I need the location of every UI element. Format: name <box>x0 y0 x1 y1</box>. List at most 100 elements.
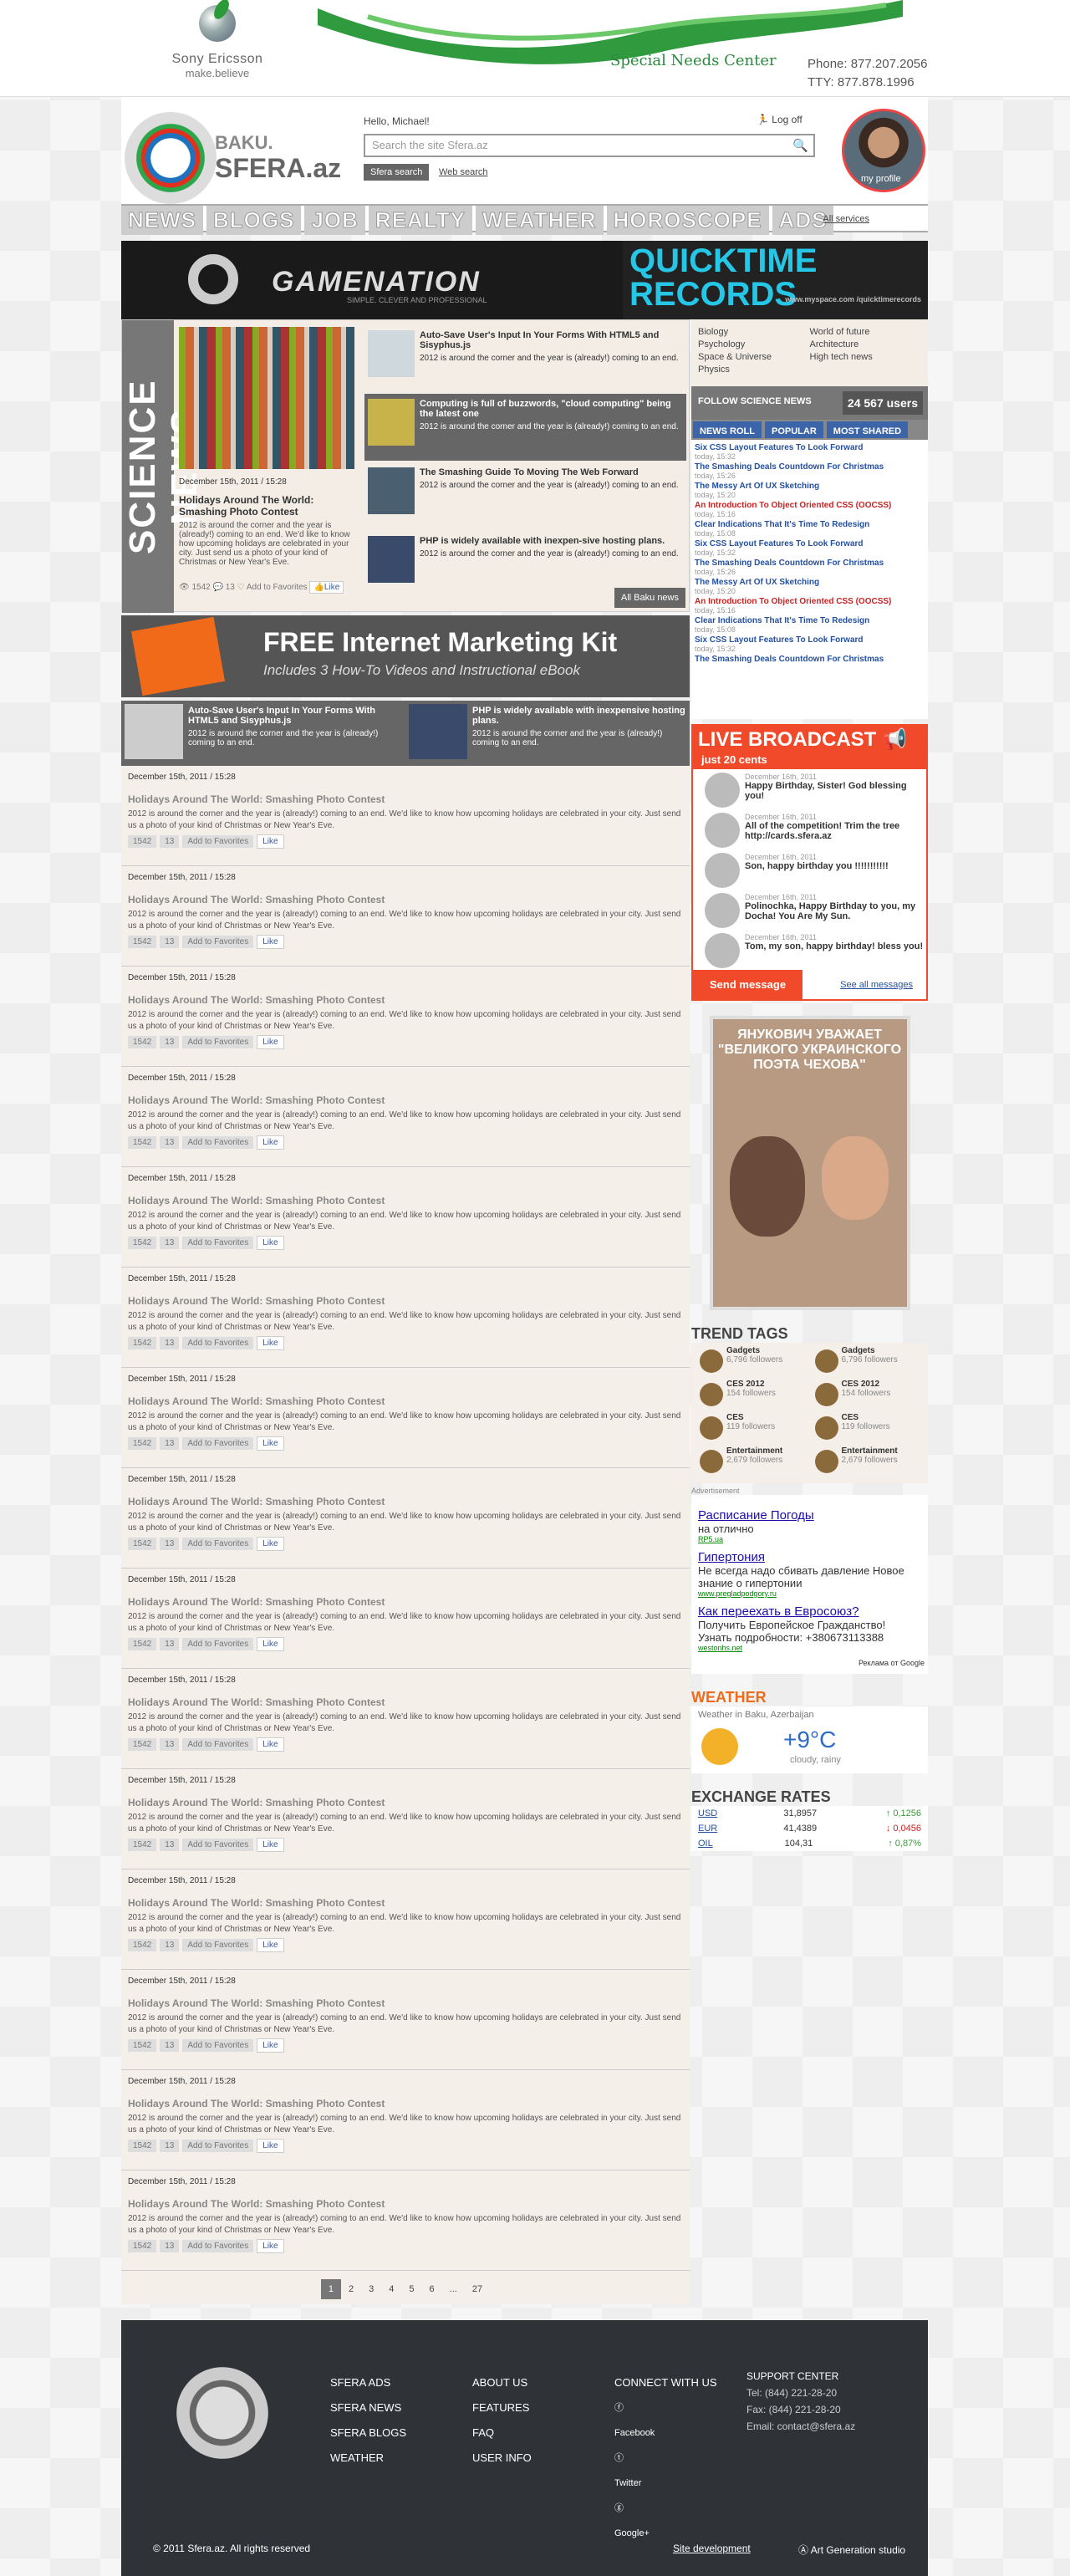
like-button[interactable]: Like <box>257 1436 284 1451</box>
broadcast-message[interactable]: December 16th, 2011 Happy Birthday, Siste… <box>693 769 926 809</box>
news-roll-title[interactable]: An Introduction To Object Oriented CSS (… <box>695 597 891 606</box>
ad-url[interactable]: www.pregladpodgory.ru <box>698 1589 921 1598</box>
studio-credit[interactable]: Ⓐ Art Generation studio <box>798 2543 905 2557</box>
footer-link[interactable]: FEATURES <box>472 2395 532 2420</box>
site-development-link[interactable]: Site development <box>673 2543 751 2554</box>
favorites-button[interactable]: Add to Favorites <box>182 936 254 948</box>
post-title[interactable]: Holidays Around The World: Smashing Phot… <box>128 994 683 1006</box>
support-email[interactable]: Email: contact@sfera.az <box>746 2420 855 2432</box>
currency-link[interactable]: OIL <box>698 1839 748 1849</box>
comments-button[interactable]: 13 <box>160 936 180 948</box>
news-roll-item[interactable]: Six CSS Layout Features To Look Forward t… <box>695 635 925 653</box>
books-image[interactable] <box>179 327 354 469</box>
like-button[interactable]: Like <box>257 1637 284 1651</box>
feature-title[interactable]: Holidays Around The World: Smashing Phot… <box>179 494 354 518</box>
follow-science-button[interactable]: FOLLOW SCIENCE NEWS 24 567 users <box>691 386 928 420</box>
comments-button[interactable]: 13 <box>160 2039 180 2052</box>
post-title[interactable]: Holidays Around The World: Smashing Phot… <box>128 1295 683 1307</box>
page-link[interactable]: 2 <box>341 2279 361 2299</box>
ad-link[interactable]: Как переехать в Евросоюз? <box>698 1604 921 1619</box>
science-item-title[interactable]: The Smashing Guide To Moving The Web For… <box>420 462 686 477</box>
twitter-link[interactable]: ⓣ Twitter <box>614 2446 717 2496</box>
tag-name[interactable]: Gadgets <box>842 1346 925 1355</box>
category-link[interactable]: Biology <box>698 326 810 339</box>
news-roll-title[interactable]: Clear Indications That It's Time To Rede… <box>695 616 869 625</box>
trend-tag[interactable]: CES 2012 154 followers <box>695 1380 810 1413</box>
gamenation-ad[interactable]: GAMENATION SIMPLE. CLEVER AND PROFESSION… <box>121 241 623 319</box>
favorites-button[interactable]: Add to Favorites <box>182 1638 254 1650</box>
like-button[interactable]: Like <box>257 2038 284 2053</box>
comments-button[interactable]: 13 <box>160 1738 180 1751</box>
footer-link[interactable]: SFERA ADS <box>330 2370 406 2395</box>
footer-link[interactable]: WEATHER <box>330 2446 406 2471</box>
ad-url[interactable]: RP5.ua <box>698 1535 921 1543</box>
search-input[interactable]: Search the site Sfera.az 🔍 <box>364 134 815 157</box>
news-roll-title[interactable]: An Introduction To Object Oriented CSS (… <box>695 501 891 510</box>
category-link[interactable]: Psychology <box>698 339 810 351</box>
all-services-link[interactable]: All services <box>823 214 869 224</box>
post-title[interactable]: Holidays Around The World: Smashing Phot… <box>128 894 683 905</box>
site-logo-text[interactable]: BAKU. SFERA.az <box>215 130 341 181</box>
ad-link[interactable]: Гипертония <box>698 1550 921 1564</box>
category-link[interactable]: Space & Universe <box>698 351 810 364</box>
tab-news-roll[interactable]: NEWS ROLL <box>693 421 762 438</box>
web-search-link[interactable]: Web search <box>439 167 488 177</box>
nav-realty[interactable]: REALTY <box>368 206 472 235</box>
science-item[interactable]: Auto-Save User's Input In Your Forms Wit… <box>364 325 686 392</box>
featured-title[interactable]: PHP is widely available with inexpensive… <box>472 706 690 726</box>
trend-tag[interactable]: Gadgets 6,796 followers <box>810 1346 925 1380</box>
footer-link[interactable]: FAQ <box>472 2420 532 2446</box>
send-message-button[interactable]: Send message <box>693 970 803 999</box>
trend-tag[interactable]: CES 2012 154 followers <box>810 1380 925 1413</box>
news-roll-item[interactable]: Six CSS Layout Features To Look Forward t… <box>695 443 925 461</box>
favorites-button[interactable]: Add to Favorites <box>247 583 308 592</box>
news-roll-title[interactable]: Six CSS Layout Features To Look Forward <box>695 539 864 548</box>
page-link[interactable]: ... <box>442 2279 465 2299</box>
news-roll-item[interactable]: An Introduction To Object Oriented CSS (… <box>695 501 925 518</box>
footer-link[interactable]: SFERA NEWS <box>330 2395 406 2420</box>
nav-news[interactable]: NEWS <box>121 206 203 235</box>
news-roll-title[interactable]: Clear Indications That It's Time To Rede… <box>695 520 869 529</box>
category-link[interactable]: High tech news <box>810 351 922 364</box>
comments-button[interactable]: 13 <box>160 1136 180 1149</box>
favorites-button[interactable]: Add to Favorites <box>182 1036 254 1048</box>
like-button[interactable]: Like <box>257 1035 284 1049</box>
comments-button[interactable]: 13 <box>160 1437 180 1450</box>
comments-button[interactable]: 13 <box>160 1939 180 1951</box>
comments-button[interactable]: 13 <box>160 1036 180 1048</box>
trend-tag[interactable]: CES 119 followers <box>810 1413 925 1446</box>
category-link[interactable]: Architecture <box>810 339 922 351</box>
category-link[interactable]: World of future <box>810 326 922 339</box>
see-all-messages-link[interactable]: See all messages <box>840 980 913 990</box>
poster-ad[interactable]: ЯНУКОВИЧ УВАЖАЕТ "ВЕЛИКОГО УКРАИНСКОГО П… <box>709 1016 910 1310</box>
like-button[interactable]: Like <box>257 1537 284 1551</box>
favorites-button[interactable]: Add to Favorites <box>182 2240 254 2252</box>
post-title[interactable]: Holidays Around The World: Smashing Phot… <box>128 1797 683 1808</box>
science-item-title[interactable]: Auto-Save User's Input In Your Forms Wit… <box>420 325 686 350</box>
featured-item[interactable]: PHP is widely available with inexpensive… <box>405 701 690 766</box>
news-roll-title[interactable]: Six CSS Layout Features To Look Forward <box>695 635 864 645</box>
favorites-button[interactable]: Add to Favorites <box>182 1437 254 1450</box>
science-item[interactable]: Computing is full of buzzwords, "cloud c… <box>364 394 686 461</box>
news-roll-item[interactable]: Clear Indications That It's Time To Rede… <box>695 520 925 538</box>
google-plus-link[interactable]: ⓖ Google+ <box>614 2496 717 2546</box>
comments-button[interactable]: 13 <box>160 1638 180 1650</box>
like-button[interactable]: Like <box>257 935 284 949</box>
nav-blogs[interactable]: BLOGS <box>206 206 302 235</box>
news-roll-item[interactable]: Six CSS Layout Features To Look Forward t… <box>695 539 925 557</box>
favorites-button[interactable]: Add to Favorites <box>182 835 254 848</box>
news-roll-item[interactable]: The Smashing Deals Countdown For Christm… <box>695 462 925 480</box>
news-roll-title[interactable]: Six CSS Layout Features To Look Forward <box>695 443 864 452</box>
category-link[interactable]: Physics <box>698 364 810 376</box>
news-roll-title[interactable]: The Smashing Deals Countdown For Christm… <box>695 462 884 472</box>
like-button[interactable]: Like <box>257 1838 284 1852</box>
science-item-title[interactable]: Computing is full of buzzwords, "cloud c… <box>420 394 686 419</box>
footer-logo-icon[interactable] <box>176 2367 268 2459</box>
page-link[interactable]: 4 <box>381 2279 401 2299</box>
favorites-button[interactable]: Add to Favorites <box>182 2140 254 2152</box>
news-roll-item[interactable]: The Messy Art Of UX Sketching today, 15:2… <box>695 578 925 595</box>
tag-name[interactable]: CES <box>726 1413 810 1422</box>
trend-tag[interactable]: CES 119 followers <box>695 1413 810 1446</box>
quicktime-ad[interactable]: QUICKTIME RECORDS www.myspace.com /quickt… <box>623 241 928 319</box>
tag-name[interactable]: Gadgets <box>726 1346 810 1355</box>
